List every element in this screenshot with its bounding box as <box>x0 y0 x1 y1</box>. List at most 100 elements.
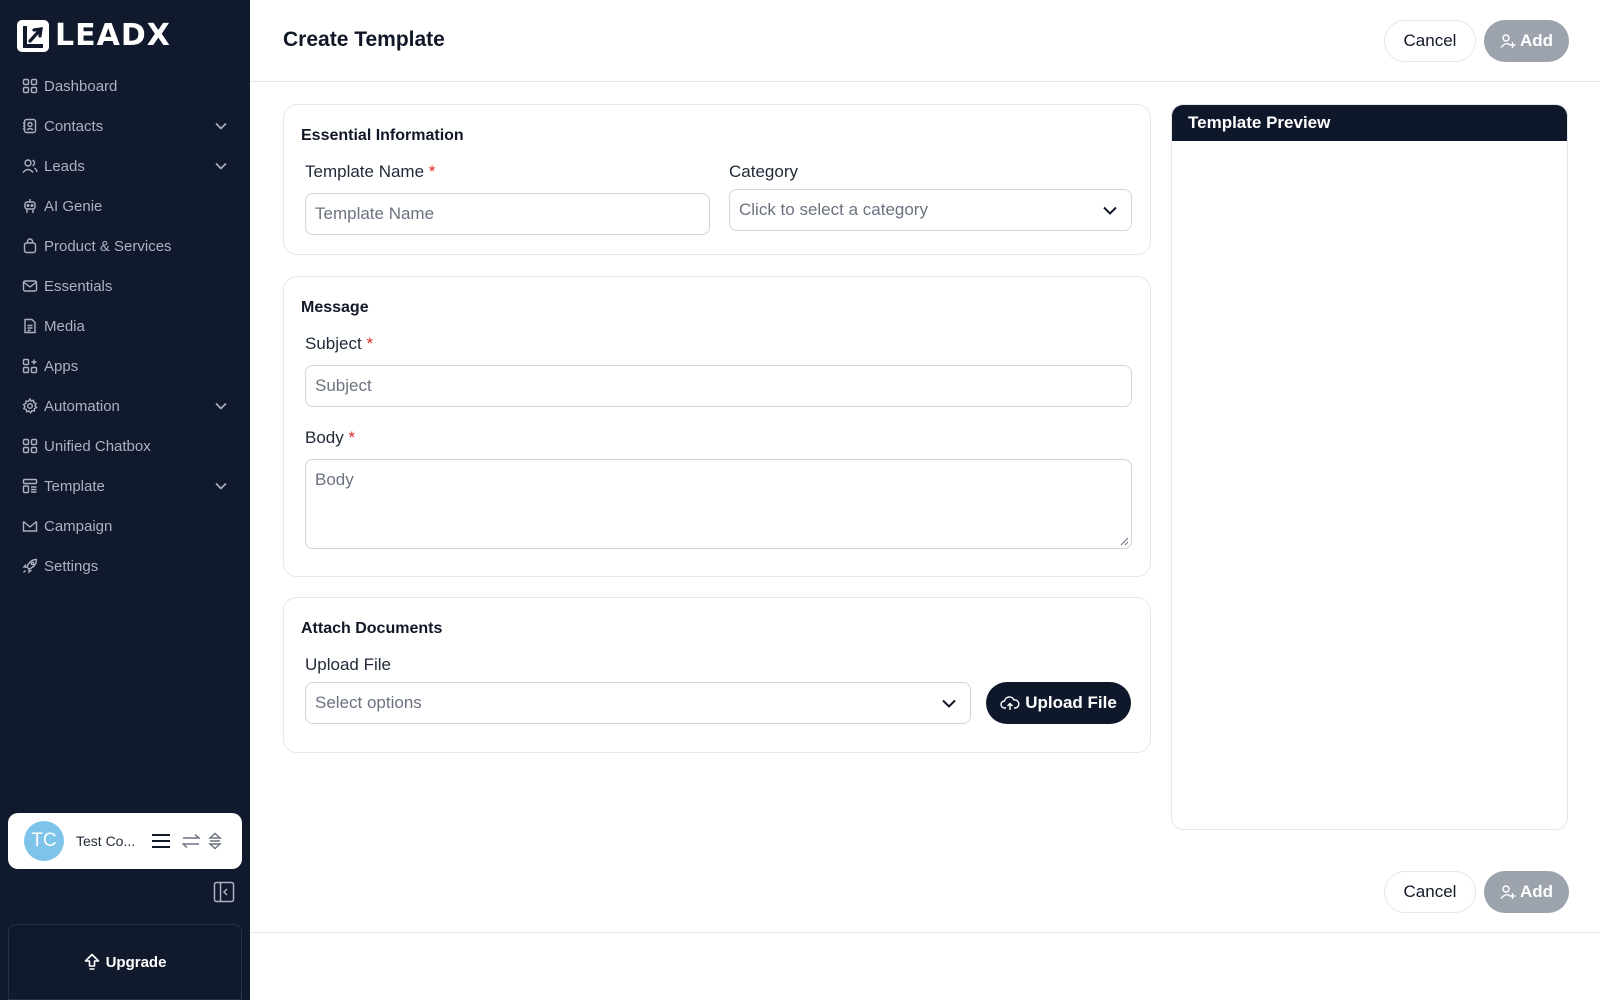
message-title: Message <box>301 299 369 316</box>
sidebar-item-leads[interactable]: Leads <box>0 146 250 186</box>
template-name-label: Template Name * <box>305 162 435 182</box>
sidebar-item-label: Contacts <box>44 117 104 135</box>
template-preview-panel: Template Preview <box>1171 104 1568 830</box>
sidebar-item-contacts[interactable]: Contacts <box>0 106 250 146</box>
add-button[interactable]: Add <box>1484 20 1569 62</box>
sidebar-item-label: Media <box>44 317 85 335</box>
user-card[interactable]: TC Test Co... <box>8 813 242 869</box>
mail-icon <box>22 278 38 294</box>
add-user-icon <box>1500 33 1516 49</box>
resize-grip-icon[interactable] <box>1119 536 1129 546</box>
upload-file-label: Upload File <box>305 655 391 674</box>
avatar: TC <box>24 821 64 861</box>
add-user-icon <box>1500 884 1516 900</box>
page-header: Create Template Cancel Add <box>250 0 1600 82</box>
subject-input[interactable]: Subject <box>305 365 1132 407</box>
users-icon <box>22 158 38 174</box>
gear-icon <box>22 398 38 414</box>
chevron-down-icon <box>214 399 228 413</box>
grid-icon <box>22 78 38 94</box>
upgrade-label: Upgrade <box>105 953 167 971</box>
body-label-text: Body <box>305 428 344 447</box>
subject-placeholder: Subject <box>315 376 372 395</box>
footer-divider <box>250 932 1600 933</box>
template-name-label-text: Template Name <box>305 162 425 181</box>
footer-cancel-button[interactable]: Cancel <box>1384 871 1476 913</box>
chevron-down-icon <box>940 694 958 712</box>
apps-icon <box>22 358 38 374</box>
template-icon <box>22 478 38 494</box>
attach-documents-title: Attach Documents <box>301 620 443 637</box>
template-name-input[interactable]: Template Name <box>305 193 710 235</box>
add-label: Add <box>1519 882 1554 901</box>
sidebar-nav: Dashboard Contacts Leads AI Genie Produc… <box>0 66 250 586</box>
bag-icon <box>22 238 38 254</box>
sidebar-item-label: Dashboard <box>44 77 118 95</box>
attach-documents-card: Attach Documents Upload File Select opti… <box>283 597 1151 753</box>
sidebar-item-media[interactable]: Media <box>0 306 250 346</box>
upload-file-button-label: Upload File <box>1025 693 1117 712</box>
essential-information-card: Essential Information Template Name * Te… <box>283 104 1151 255</box>
sidebar-item-label: Product & Services <box>44 237 172 255</box>
sidebar-item-label: AI Genie <box>44 197 103 215</box>
file-select[interactable]: Select options <box>305 682 971 724</box>
collapse-sidebar-icon[interactable] <box>213 881 235 903</box>
rocket-icon <box>22 558 38 574</box>
sidebar-item-template[interactable]: Template <box>0 466 250 506</box>
contacts-icon <box>22 118 38 134</box>
sidebar-item-unified-chatbox[interactable]: Unified Chatbox <box>0 426 250 466</box>
switch-arrows-icon[interactable] <box>180 830 202 852</box>
sidebar-item-settings[interactable]: Settings <box>0 546 250 586</box>
file-select-placeholder: Select options <box>315 693 422 712</box>
expand-arrows-icon[interactable] <box>204 830 226 852</box>
required-mark: * <box>428 162 436 181</box>
user-name: Test Co... <box>76 833 136 849</box>
chevron-down-icon <box>1101 201 1119 219</box>
sidebar-item-dashboard[interactable]: Dashboard <box>0 66 250 106</box>
message-card: Message Subject * Subject Body * Body <box>283 276 1151 577</box>
upload-file-button[interactable]: Upload File <box>986 682 1131 724</box>
subject-label: Subject * <box>305 334 373 354</box>
sidebar-item-ai-genie[interactable]: AI Genie <box>0 186 250 226</box>
sidebar-item-automation[interactable]: Automation <box>0 386 250 426</box>
chevron-down-icon <box>214 119 228 133</box>
file-icon <box>22 318 38 334</box>
chevron-down-icon <box>214 479 228 493</box>
add-label: Add <box>1519 31 1554 50</box>
sidebar-item-label: Automation <box>44 397 120 415</box>
sidebar-item-product-services[interactable]: Product & Services <box>0 226 250 266</box>
menu-icon[interactable] <box>150 830 172 852</box>
category-select[interactable]: Click to select a category <box>729 189 1132 231</box>
template-name-placeholder: Template Name <box>315 204 435 223</box>
sidebar-item-label: Apps <box>44 357 79 375</box>
footer-add-button[interactable]: Add <box>1484 871 1569 913</box>
upgrade-button[interactable]: Upgrade <box>8 924 242 1000</box>
upload-arrow-icon <box>84 953 100 971</box>
logo[interactable]: LEADX <box>17 18 171 54</box>
body-label: Body * <box>305 428 355 448</box>
cloud-upload-icon <box>1000 695 1020 711</box>
required-mark: * <box>348 428 356 447</box>
required-mark: * <box>366 334 374 353</box>
sidebar-item-campaign[interactable]: Campaign <box>0 506 250 546</box>
template-preview-title: Template Preview <box>1172 105 1567 141</box>
sidebar: LEADX Dashboard Contacts Leads AI Genie … <box>0 0 250 1000</box>
sidebar-item-label: Leads <box>44 157 85 175</box>
sidebar-item-apps[interactable]: Apps <box>0 346 250 386</box>
logo-mark-icon <box>17 20 49 52</box>
robot-icon <box>22 198 38 214</box>
body-textarea[interactable]: Body <box>305 459 1132 549</box>
sidebar-item-label: Essentials <box>44 277 113 295</box>
essential-information-title: Essential Information <box>301 127 464 144</box>
sidebar-item-label: Campaign <box>44 517 113 535</box>
sidebar-item-essentials[interactable]: Essentials <box>0 266 250 306</box>
campaign-mail-icon <box>22 518 38 534</box>
body-placeholder: Body <box>315 470 354 489</box>
sidebar-item-label: Settings <box>44 557 99 575</box>
sidebar-item-label: Unified Chatbox <box>44 437 151 455</box>
category-label: Category <box>729 162 798 181</box>
page-title: Create Template <box>283 28 445 51</box>
category-placeholder: Click to select a category <box>739 200 928 219</box>
subject-label-text: Subject <box>305 334 362 353</box>
cancel-button[interactable]: Cancel <box>1384 20 1476 62</box>
